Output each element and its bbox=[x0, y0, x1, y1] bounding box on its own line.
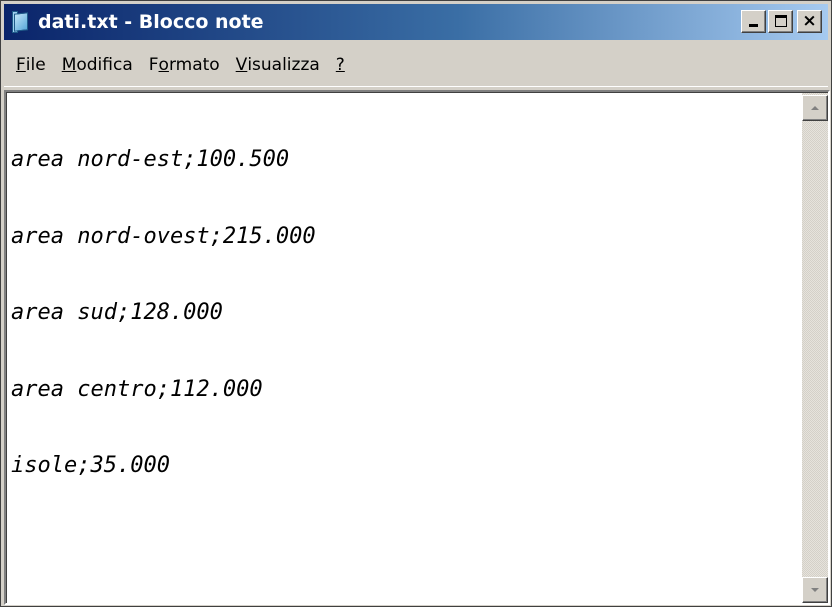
vertical-scrollbar[interactable] bbox=[802, 93, 828, 603]
editor-inner: area nord-est;100.500 area nord-ovest;21… bbox=[6, 92, 828, 603]
notepad-icon[interactable] bbox=[12, 11, 30, 33]
menu-visualizza-label: isualizza bbox=[247, 54, 320, 75]
menu-modifica-accel: M bbox=[61, 54, 77, 75]
document-line: isole;35.000 bbox=[11, 453, 170, 478]
title-buttons: × bbox=[741, 10, 822, 33]
menu-formato[interactable]: Fo rmato bbox=[141, 50, 228, 80]
menu-file-accel: F bbox=[16, 54, 26, 75]
menu-help[interactable]: ? bbox=[328, 50, 353, 80]
document-line: area sud;128.000 bbox=[11, 300, 223, 325]
maximize-button[interactable] bbox=[768, 10, 793, 33]
menu-file-label: ile bbox=[25, 54, 46, 75]
minimize-button[interactable] bbox=[741, 10, 766, 33]
close-icon: × bbox=[802, 11, 817, 31]
scroll-up-button[interactable] bbox=[802, 95, 828, 121]
title-bar[interactable]: dati.txt - Blocco note × bbox=[4, 4, 828, 40]
scroll-down-button[interactable] bbox=[802, 577, 828, 603]
text-editor[interactable]: area nord-est;100.500 area nord-ovest;21… bbox=[11, 96, 798, 603]
menu-help-accel: ? bbox=[335, 54, 345, 75]
arrow-up-icon bbox=[811, 106, 819, 110]
maximize-icon bbox=[775, 15, 787, 27]
menu-formato-pre: F bbox=[148, 54, 159, 75]
document-line: area nord-est;100.500 bbox=[11, 147, 290, 172]
document-line: area centro;112.000 bbox=[11, 376, 263, 402]
notepad-window: dati.txt - Blocco note × File Modifica F… bbox=[0, 0, 832, 607]
close-button[interactable]: × bbox=[797, 10, 822, 33]
minimize-icon bbox=[749, 24, 758, 27]
menu-file[interactable]: File bbox=[8, 50, 54, 80]
arrow-down-icon bbox=[811, 588, 819, 592]
document-line: area nord-ovest;215.000 bbox=[11, 223, 316, 249]
menu-formato-label: rmato bbox=[168, 54, 220, 75]
menu-visualizza-accel: V bbox=[235, 54, 248, 75]
menu-visualizza[interactable]: Visualizza bbox=[228, 50, 328, 80]
editor-frame: area nord-est;100.500 area nord-ovest;21… bbox=[4, 90, 830, 605]
menu-modifica-label: odifica bbox=[76, 54, 133, 75]
menu-modifica[interactable]: Modifica bbox=[54, 50, 141, 80]
window-title: dati.txt - Blocco note bbox=[38, 11, 264, 33]
menu-formato-accel: o bbox=[158, 54, 169, 75]
menu-bar: File Modifica Fo rmato Visualizza ? bbox=[4, 43, 828, 87]
